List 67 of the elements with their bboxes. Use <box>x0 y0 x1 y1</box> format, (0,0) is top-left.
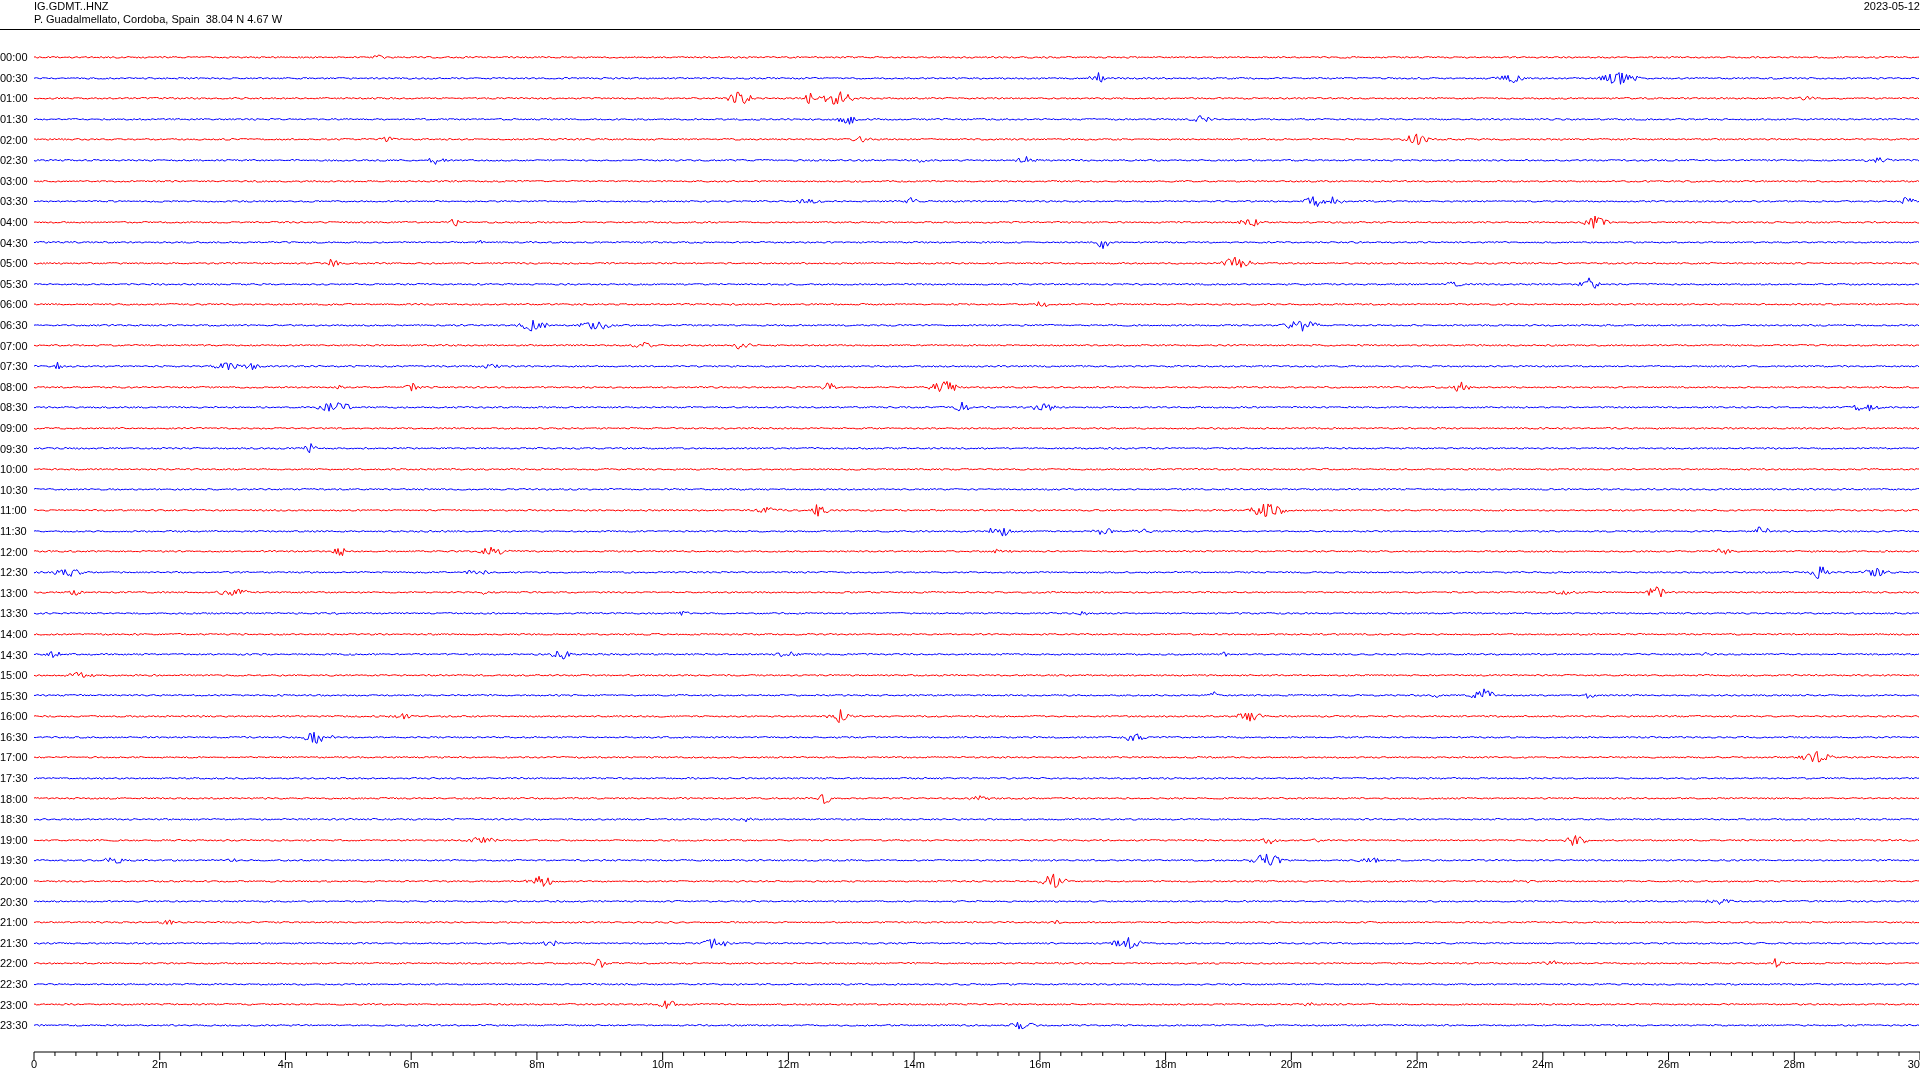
time-label: 21:30 <box>0 936 29 949</box>
axis-tick-label: 20m <box>1280 1057 1303 1070</box>
time-label: 19:00 <box>0 833 29 846</box>
time-label: 15:30 <box>0 689 29 702</box>
time-label: 04:00 <box>0 216 29 229</box>
axis-tick-label: 28m <box>1783 1057 1805 1070</box>
time-label: 23:30 <box>0 1019 29 1032</box>
axis-tick-label: 10m <box>651 1057 674 1070</box>
time-label: 01:00 <box>0 92 29 105</box>
time-label: 07:00 <box>0 339 29 352</box>
time-label: 06:00 <box>0 298 29 311</box>
time-label: 16:30 <box>0 730 29 743</box>
time-label: 00:30 <box>0 71 29 84</box>
axis-tick-label: 30 <box>1907 1057 1920 1070</box>
time-label: 18:30 <box>0 813 29 826</box>
date-label: 2023-05-12 <box>1863 0 1920 14</box>
time-label: 04:30 <box>0 236 29 249</box>
axis-tick-label: 24m <box>1532 1057 1554 1070</box>
time-label: 16:00 <box>0 710 29 723</box>
time-label: 11:30 <box>0 524 28 537</box>
axis-tick-label: 18m <box>1154 1057 1177 1070</box>
time-label: 20:30 <box>0 895 29 908</box>
axis-tick-label: 14m <box>903 1057 925 1070</box>
time-label: 02:00 <box>0 133 29 146</box>
station-location: P. Guadalmellato, Cordoba, Spain 38.04 N 4.67 W <box>34 13 283 26</box>
time-label: 11:00 <box>0 504 28 517</box>
station-code: IG.GDMT..HNZ <box>34 0 110 13</box>
time-label: 13:00 <box>0 586 29 599</box>
time-label: 22:00 <box>0 957 29 970</box>
time-label: 05:30 <box>0 277 29 290</box>
time-label: 17:00 <box>0 751 29 764</box>
time-label: 03:00 <box>0 174 29 187</box>
time-label: 12:00 <box>0 545 29 558</box>
time-label: 21:00 <box>0 916 29 929</box>
time-label: 12:30 <box>0 566 29 579</box>
axis-tick-label: 12m <box>777 1057 800 1070</box>
time-label: 23:00 <box>0 998 29 1011</box>
axis-tick-label: 6m <box>403 1057 419 1070</box>
time-label: 13:30 <box>0 607 29 620</box>
axis-tick-label: 22m <box>1406 1057 1428 1070</box>
time-label: 22:30 <box>0 978 29 990</box>
time-label: 07:30 <box>0 360 29 373</box>
axis-tick-label: 2m <box>152 1057 168 1070</box>
time-label: 03:30 <box>0 195 29 208</box>
time-label: 06:30 <box>0 319 29 331</box>
time-label: 08:30 <box>0 401 29 414</box>
time-label: 17:30 <box>0 772 29 785</box>
time-label: 14:30 <box>0 648 29 661</box>
time-label: 10:30 <box>0 483 29 496</box>
axis-tick-label: 8m <box>529 1057 545 1070</box>
time-label: 00:00 <box>0 51 29 64</box>
time-label: 01:30 <box>0 113 29 126</box>
axis-tick-label: 4m <box>277 1057 294 1070</box>
time-label: 18:00 <box>0 792 29 805</box>
time-label: 09:30 <box>0 442 29 455</box>
time-label: 08:00 <box>0 380 29 393</box>
time-label: 14:00 <box>0 627 29 640</box>
time-label: 10:00 <box>0 463 29 476</box>
time-label: 15:00 <box>0 669 29 682</box>
time-label: 05:00 <box>0 257 29 270</box>
axis-tick-label: 16m <box>1029 1057 1051 1070</box>
time-label: 20:00 <box>0 875 29 888</box>
time-label: 19:30 <box>0 854 29 867</box>
time-label: 09:00 <box>0 422 29 434</box>
axis-tick-label: 0 <box>30 1057 38 1070</box>
time-label: 02:30 <box>0 154 29 167</box>
axis-tick-label: 26m <box>1657 1057 1680 1070</box>
